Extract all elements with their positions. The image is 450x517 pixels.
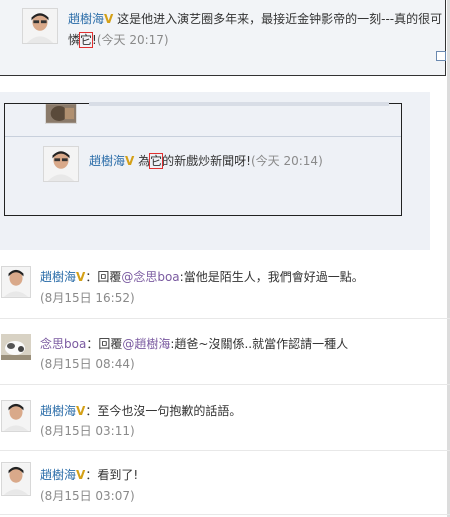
timestamp: (8月15日 03:07) <box>40 489 135 503</box>
divider <box>0 318 450 319</box>
avatar-man-icon <box>2 267 30 297</box>
feed-item-text: 趙樹海V：至今也沒一句抱歉的話語。 <box>40 402 241 419</box>
avatar[interactable] <box>45 104 77 124</box>
timestamp: (今天 20:17) <box>96 33 169 47</box>
timestamp: (今天 20:14) <box>250 154 323 168</box>
top-comment-line2: 憐它!(今天 20:17) <box>68 31 169 48</box>
comment-text: ：至今也沒一句抱歉的話語。 <box>85 404 242 418</box>
expand-box-icon[interactable] <box>436 51 446 61</box>
author-link[interactable]: 趙樹海 <box>40 404 76 418</box>
timestamp: (8月15日 08:44) <box>40 357 135 371</box>
highlight-box: 它 <box>79 32 94 48</box>
verified-v-icon: V <box>76 468 86 482</box>
feed-item-text: 趙樹海V：看到了! <box>40 466 138 483</box>
author-link[interactable]: 趙樹海 <box>40 270 76 284</box>
middle-comment-line: 趙樹海V 為它的新戲炒新聞呀!(今天 20:14) <box>89 152 323 169</box>
timestamp: (8月15日 16:52) <box>40 291 135 305</box>
feed-item-text: 趙樹海V：回覆@念思boa:當他是陌生人，我們會好過一點。 <box>40 268 364 285</box>
mention-link[interactable]: @趙樹海 <box>122 337 170 351</box>
feed-item-text: 念思boa：回覆@趙樹海:趙爸~沒關係..就當作認請一種人 <box>40 335 348 352</box>
avatar-photo-icon <box>46 104 76 123</box>
avatar-man-icon <box>23 9 57 43</box>
comment-text: ：回覆 <box>85 270 122 284</box>
avatar[interactable] <box>1 400 31 432</box>
divider <box>0 514 450 515</box>
comment-text: ：看到了! <box>85 468 139 482</box>
divider <box>0 384 450 385</box>
comment-text-cont: 憐 <box>68 33 81 47</box>
avatar-man-icon <box>2 401 30 431</box>
avatar[interactable] <box>43 146 79 182</box>
divider <box>5 136 401 137</box>
verified-v-icon: V <box>76 404 86 418</box>
highlight-box: 它 <box>149 153 164 169</box>
author-link[interactable]: 趙樹海 <box>89 154 125 168</box>
timestamp: (8月15日 03:11) <box>40 424 135 438</box>
avatar-man-icon <box>2 463 30 495</box>
author-link[interactable]: 念思boa <box>40 337 86 351</box>
author-link[interactable]: 趙樹海 <box>40 468 76 482</box>
clipped-text <box>89 102 389 106</box>
avatar-dog-icon <box>1 334 31 360</box>
verified-v-icon: V <box>125 154 135 168</box>
avatar-man-icon <box>44 147 78 181</box>
comment-text: :當他是陌生人，我們會好過一點。 <box>179 270 364 284</box>
author-link[interactable]: 趙樹海 <box>68 12 104 26</box>
comment-text: :趙爸~沒關係..就當作認請一種人 <box>170 337 349 351</box>
avatar[interactable] <box>1 334 31 360</box>
avatar[interactable] <box>22 8 58 44</box>
comment-text: ：回覆 <box>86 337 123 351</box>
verified-v-icon: V <box>76 270 86 284</box>
comment-prefix: 為 <box>138 154 151 168</box>
divider <box>0 450 450 451</box>
mention-link[interactable]: @念思boa <box>121 270 179 284</box>
comment-text: 这是他进入演艺圈多年来，最接近金钟影帝的一刻---真的很可 <box>117 12 443 26</box>
verified-v-icon: V <box>104 12 114 26</box>
top-comment-panel: 趙樹海V 这是他进入演艺圈多年来，最接近金钟影帝的一刻---真的很可 憐它!(今… <box>0 0 446 76</box>
avatar[interactable] <box>1 462 31 496</box>
avatar[interactable] <box>1 266 31 298</box>
middle-comment-panel: 趙樹海V 為它的新戲炒新聞呀!(今天 20:14) <box>4 102 402 216</box>
comment-text: 的新戲炒新聞呀! <box>162 154 251 168</box>
top-comment-line1: 趙樹海V 这是他进入演艺圈多年来，最接近金钟影帝的一刻---真的很可 <box>68 10 442 27</box>
